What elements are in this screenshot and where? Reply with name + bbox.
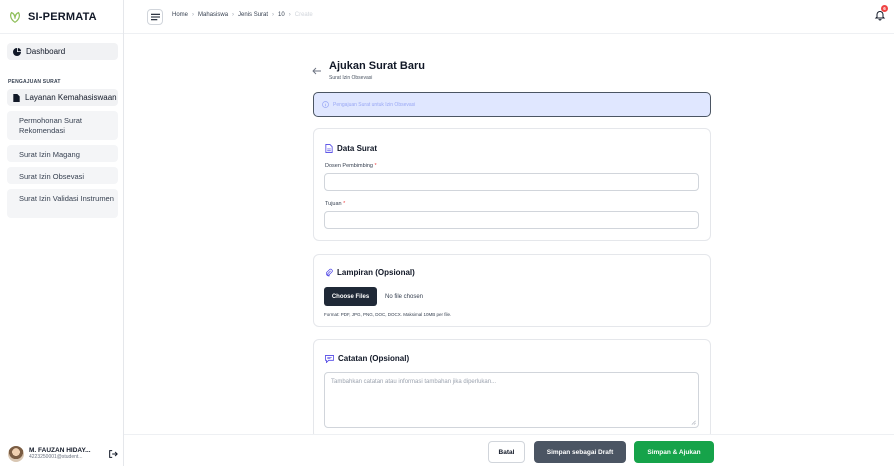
breadcrumb-current: Create [294, 12, 313, 18]
card-title-text: Lampiran (Opsional) [337, 268, 415, 277]
dosen-pembimbing-label: Dosen Pembimbing * [325, 163, 377, 169]
sidebar-item-label: Dashboard [26, 47, 66, 56]
pie-chart-icon [13, 47, 21, 56]
form-footer: Batal Simpan sebagai Draft Simpan & Ajuk… [124, 434, 894, 466]
sidebar: SI-PERMATA Dashboard PENGAJUAN SURAT Lay… [0, 0, 124, 466]
brand[interactable]: SI-PERMATA [0, 0, 123, 34]
notification-badge: 6 [881, 5, 888, 12]
textarea-placeholder: Tambahkan catatan atau informasi tambaha… [331, 379, 497, 385]
cancel-button[interactable]: Batal [488, 441, 525, 463]
info-alert: Pengajuan Surat untuk Izin Obsevasi [313, 92, 711, 117]
save-draft-button[interactable]: Simpan sebagai Draft [534, 441, 626, 463]
breadcrumb: Home › Mahasiswa › Jenis Surat › 10 › Cr… [172, 12, 313, 18]
breadcrumb-id[interactable]: 10 [278, 12, 285, 18]
sidebar-group-layanan-kemahasiswaan[interactable]: Layanan Kemahasiswaan [7, 89, 118, 106]
leaf-logo-icon [10, 11, 20, 23]
hamburger-menu-icon [150, 13, 160, 21]
breadcrumb-mahasiswa[interactable]: Mahasiswa [198, 12, 228, 18]
page-title: Ajukan Surat Baru [329, 60, 425, 72]
sidebar-section-title: PENGAJUAN SURAT [8, 79, 61, 85]
lampiran-card: Lampiran (Opsional) Choose Files No file… [313, 254, 711, 327]
user-info: M. FAUZAN HIDAY... 4223250001@student... [29, 447, 99, 460]
required-mark: * [343, 201, 346, 207]
breadcrumb-separator: › [272, 12, 275, 18]
avatar [8, 445, 24, 462]
catatan-title: Catatan (Opsional) [325, 354, 409, 363]
label-text: Dosen Pembimbing [325, 163, 373, 169]
page-subtitle: Surat Izin Obsevasi [329, 75, 373, 81]
dosen-pembimbing-input[interactable] [324, 173, 699, 191]
sidebar-item-label: Surat Izin Validasi Instrumen [19, 194, 114, 203]
menu-toggle-button[interactable] [147, 9, 163, 25]
sidebar-group-label: Layanan Kemahasiswaan [25, 93, 117, 102]
sidebar-item-surat-izin-obsevasi[interactable]: Surat Izin Obsevasi [7, 167, 118, 184]
tujuan-input[interactable] [324, 211, 699, 229]
choose-files-button[interactable]: Choose Files [324, 287, 377, 306]
user-profile[interactable]: M. FAUZAN HIDAY... 4223250001@student... [0, 441, 124, 466]
tujuan-label: Tujuan * [325, 201, 345, 207]
arrow-left-icon[interactable] [312, 66, 322, 76]
user-name: M. FAUZAN HIDAY... [29, 447, 91, 454]
breadcrumb-separator: › [192, 12, 195, 18]
app-name: SI-PERMATA [28, 10, 97, 23]
document-icon [13, 93, 20, 102]
file-text-icon [325, 144, 333, 153]
breadcrumb-jenis-surat[interactable]: Jenis Surat [238, 12, 268, 18]
chat-bubble-icon [325, 354, 334, 363]
info-alert-text: Pengajuan Surat untuk Izin Obsevasi [333, 101, 416, 108]
info-circle-icon [322, 101, 329, 108]
required-mark: * [374, 163, 377, 169]
breadcrumb-separator: › [232, 12, 235, 18]
resize-handle-icon[interactable] [691, 420, 696, 425]
submit-button[interactable]: Simpan & Ajukan [634, 441, 714, 463]
breadcrumb-separator: › [288, 12, 291, 18]
card-title-text: Catatan (Opsional) [338, 354, 410, 363]
sidebar-item-label: Surat Izin Obsevasi [19, 172, 85, 181]
user-email: 4223250001@student... [29, 454, 83, 460]
sidebar-item-permohonan-surat-rekomendasi[interactable]: Permohonan Surat Rekomendasi [7, 111, 118, 140]
lampiran-title: Lampiran (Opsional) [325, 268, 415, 277]
sidebar-item-surat-izin-validasi-instrumen[interactable]: Surat Izin Validasi Instrumen [7, 189, 118, 218]
sidebar-item-dashboard[interactable]: Dashboard [7, 43, 118, 60]
topbar: Home › Mahasiswa › Jenis Surat › 10 › Cr… [124, 0, 894, 34]
logout-icon[interactable] [108, 449, 118, 459]
label-text: Tujuan [325, 201, 342, 207]
catatan-card: Catatan (Opsional) Tambahkan catatan ata… [313, 339, 711, 439]
paperclip-icon [326, 268, 333, 277]
file-format-hint: Format: PDF, JPG, PNG, DOC, DOCX. Maksim… [324, 312, 452, 317]
data-surat-title: Data Surat [325, 144, 377, 153]
card-title-text: Data Surat [337, 144, 378, 153]
file-status: No file chosen [385, 294, 424, 300]
breadcrumb-home[interactable]: Home [172, 12, 188, 18]
sidebar-item-label: Surat Izin Magang [19, 150, 80, 159]
sidebar-item-label: Permohonan Surat Rekomendasi [19, 116, 82, 135]
sidebar-item-surat-izin-magang[interactable]: Surat Izin Magang [7, 145, 118, 162]
catatan-textarea[interactable]: Tambahkan catatan atau informasi tambaha… [324, 372, 699, 428]
data-surat-card: Data Surat Dosen Pembimbing * Tujuan * [313, 128, 711, 241]
